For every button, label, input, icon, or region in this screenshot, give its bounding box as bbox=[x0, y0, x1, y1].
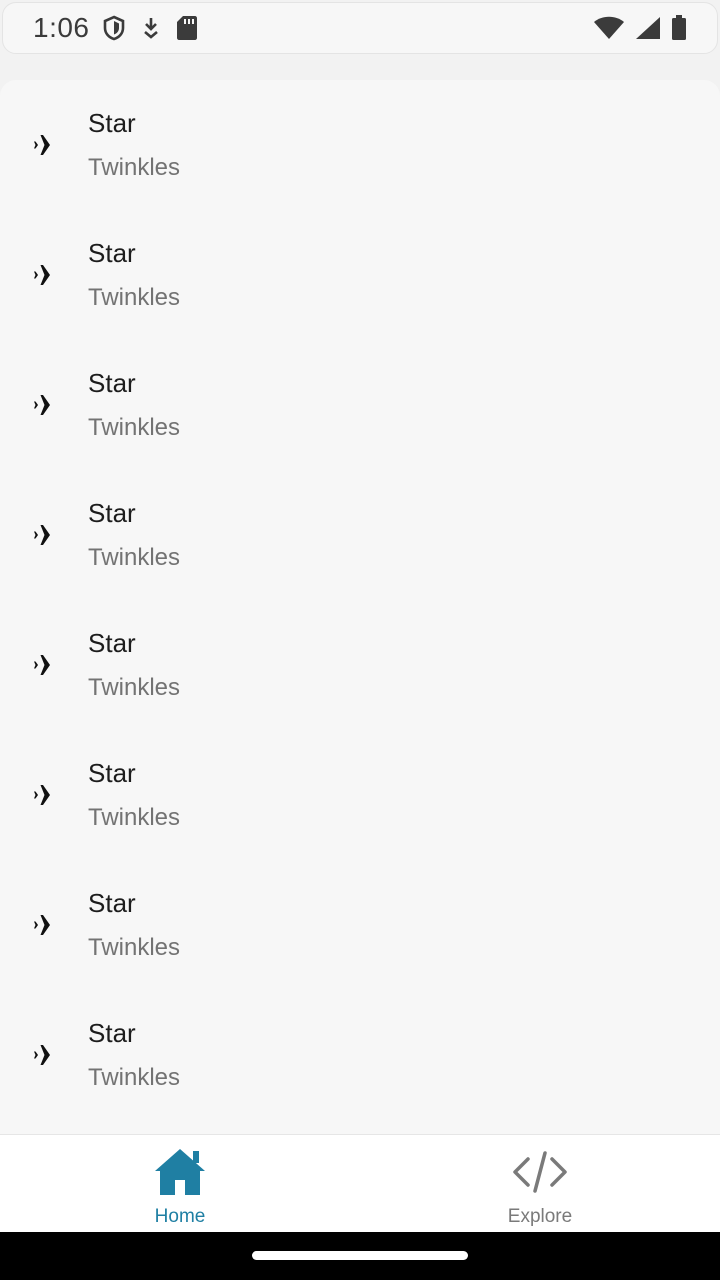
airplane-icon bbox=[34, 783, 60, 807]
status-bar: 1:06 bbox=[2, 2, 718, 54]
list-item-title: Star bbox=[88, 758, 136, 788]
airplane-icon bbox=[34, 133, 60, 157]
list-item-subtitle: Twinkles bbox=[88, 1064, 181, 1091]
system-navigation-bar bbox=[0, 1232, 720, 1280]
shield-icon bbox=[102, 15, 126, 41]
list-item[interactable]: Star Twinkles bbox=[0, 860, 720, 990]
status-left-icons bbox=[102, 15, 198, 41]
list-item-subtitle: Twinkles bbox=[88, 414, 181, 441]
nav-home-label: Home bbox=[154, 1206, 206, 1227]
list-item-subtitle: Twinkles bbox=[88, 544, 181, 571]
status-time: 1:06 bbox=[33, 12, 90, 43]
app-screen: 1:06 Star Twinkles Star Twinkles Star Tw… bbox=[0, 0, 720, 1280]
list-item[interactable]: Star Twinkles bbox=[0, 600, 720, 730]
download-icon bbox=[142, 16, 160, 40]
code-icon bbox=[512, 1147, 568, 1202]
airplane-icon bbox=[34, 653, 60, 677]
list-item-subtitle: Twinkles bbox=[88, 934, 181, 961]
list-item[interactable]: Star Twinkles bbox=[0, 470, 720, 600]
bottom-navigation: Home Explore bbox=[0, 1134, 720, 1232]
star-list: Star Twinkles Star Twinkles Star Twinkle… bbox=[0, 80, 720, 1134]
list-item-title: Star bbox=[88, 498, 136, 528]
airplane-icon bbox=[34, 523, 60, 547]
sd-card-icon bbox=[176, 15, 198, 41]
airplane-icon bbox=[34, 393, 60, 417]
list-item-subtitle: Twinkles bbox=[88, 154, 181, 181]
nav-explore-label: Explore bbox=[507, 1206, 573, 1227]
list-item-subtitle: Twinkles bbox=[88, 284, 181, 311]
home-icon bbox=[153, 1147, 207, 1202]
list-item[interactable]: Star Twinkles bbox=[0, 210, 720, 340]
list-item-title: Star bbox=[88, 628, 136, 658]
nav-explore[interactable]: Explore bbox=[360, 1135, 720, 1232]
list-item-title: Star bbox=[88, 238, 136, 268]
list-item-title: Star bbox=[88, 1018, 136, 1048]
nav-home[interactable]: Home bbox=[0, 1135, 360, 1232]
airplane-icon bbox=[34, 913, 60, 937]
status-right-icons bbox=[593, 15, 687, 41]
list-item-subtitle: Twinkles bbox=[88, 804, 181, 831]
cellular-signal-icon bbox=[635, 16, 661, 40]
list-item[interactable]: Star Twinkles bbox=[0, 340, 720, 470]
list-item-title: Star bbox=[88, 108, 136, 138]
airplane-icon bbox=[34, 1043, 60, 1067]
list-item-title: Star bbox=[88, 888, 136, 918]
battery-icon bbox=[671, 15, 687, 41]
list-item-title: Star bbox=[88, 368, 136, 398]
list-item[interactable]: Star Twinkles bbox=[0, 80, 720, 210]
airplane-icon bbox=[34, 263, 60, 287]
list-item[interactable]: Star Twinkles bbox=[0, 990, 720, 1120]
gesture-handle[interactable] bbox=[252, 1251, 468, 1260]
list-item[interactable]: Star Twinkles bbox=[0, 730, 720, 860]
wifi-icon bbox=[593, 16, 625, 40]
list-item-subtitle: Twinkles bbox=[88, 674, 181, 701]
